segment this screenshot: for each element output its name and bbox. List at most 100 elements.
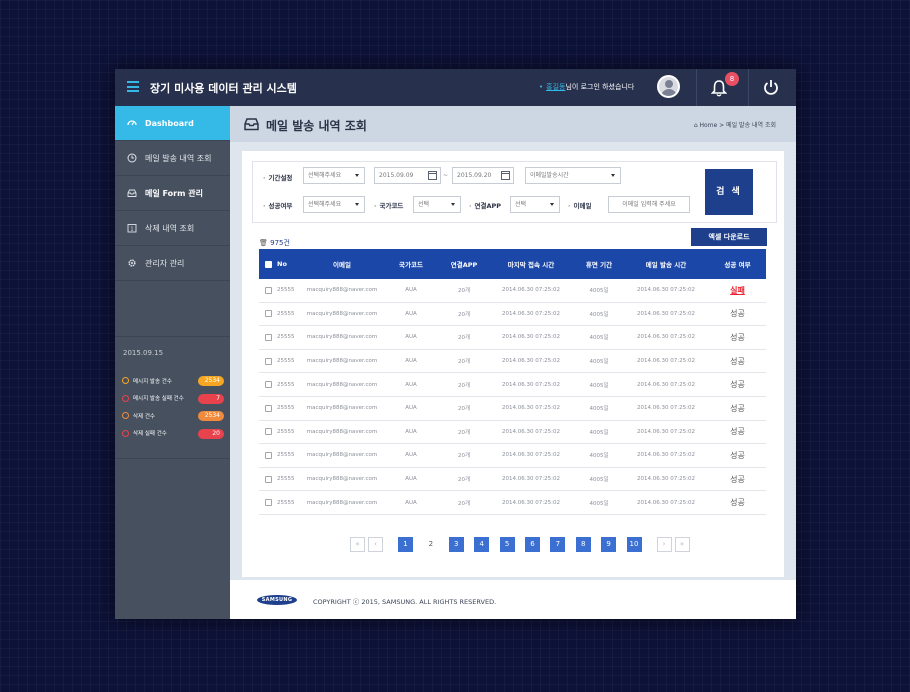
table-row[interactable]: 25555 macquiry888@naver.com AUA 20개 2014.06.… bbox=[259, 279, 766, 303]
page-button[interactable]: 6 bbox=[524, 537, 540, 552]
cell-dormant: 4005일 bbox=[589, 335, 609, 342]
row-checkbox[interactable] bbox=[264, 286, 272, 294]
table-row[interactable]: 25555 macquiry888@naver.com AUA 20개 2014.06.… bbox=[259, 468, 766, 492]
divider bbox=[696, 69, 697, 106]
page-button[interactable]: 8 bbox=[575, 537, 591, 552]
table-row[interactable]: 25555 macquiry888@naver.com AUA 20개 2014.06.… bbox=[259, 421, 766, 445]
cell-result: 성공 bbox=[730, 403, 745, 413]
app-window: 장기 미사용 데이터 관리 시스템 • 홍길동님이 로그인 하셨습니다 8 Das… bbox=[115, 69, 796, 619]
sidebar-item-admin[interactable]: 관리자 관리 bbox=[115, 246, 230, 281]
cell-country: AUA bbox=[405, 310, 417, 317]
user-avatar[interactable] bbox=[657, 75, 680, 98]
cell-result: 성공 bbox=[730, 380, 745, 390]
date-to-field[interactable]: 2015.09.20 bbox=[452, 167, 514, 184]
page-button[interactable]: 4 bbox=[474, 537, 490, 552]
row-checkbox[interactable] bbox=[264, 428, 272, 436]
sidebar-item-mail-form[interactable]: 메일 Form 관리 bbox=[115, 176, 230, 211]
excel-download-button[interactable]: 엑셀 다운로드 bbox=[691, 228, 767, 246]
column-header[interactable]: No bbox=[277, 260, 303, 268]
success-select[interactable]: 선택해주세요 bbox=[303, 196, 365, 213]
calendar-icon[interactable] bbox=[428, 171, 437, 180]
cell-last: 2014.06.30 07:25:02 bbox=[502, 310, 560, 317]
cell-result[interactable]: 실패 bbox=[709, 285, 766, 296]
app-select[interactable]: 선택 bbox=[510, 196, 560, 213]
page-button[interactable]: 5 bbox=[499, 537, 515, 552]
row-checkbox[interactable] bbox=[264, 333, 272, 341]
select-all-checkbox[interactable] bbox=[264, 260, 272, 268]
column-header[interactable]: 이메일 bbox=[303, 259, 381, 269]
table-row[interactable]: 25555 macquiry888@naver.com AUA 20개 2014.06.… bbox=[259, 444, 766, 468]
cell-last: 2014.06.30 07:25:02 bbox=[502, 405, 560, 412]
table-row[interactable]: 25555 macquiry888@naver.com AUA 20개 2014.06.… bbox=[259, 397, 766, 421]
row-checkbox[interactable] bbox=[264, 381, 272, 389]
country-select[interactable]: 선택 bbox=[413, 196, 461, 213]
column-header[interactable]: 성공 여부 bbox=[709, 259, 766, 269]
column-header[interactable]: 마지막 접속 시간 bbox=[487, 259, 575, 269]
sidebar-item-mail-history[interactable]: 메일 발송 내역 조회 bbox=[115, 141, 230, 176]
cell-no: 25555 bbox=[277, 476, 295, 483]
table-row[interactable]: 25555 macquiry888@naver.com AUA 20개 2014.06.… bbox=[259, 303, 766, 327]
first-page-button[interactable]: « bbox=[350, 537, 365, 552]
login-username[interactable]: 홍길동 bbox=[546, 83, 565, 91]
cell-sent: 2014.06.30 07:25:02 bbox=[637, 334, 695, 341]
table-row[interactable]: 25555 macquiry888@naver.com AUA 20개 2014.06.… bbox=[259, 326, 766, 350]
page-title: 메일 발송 내역 조회 bbox=[266, 119, 367, 133]
divider bbox=[115, 336, 230, 337]
period-select[interactable]: 선택해주세요 bbox=[303, 167, 365, 184]
clock-icon bbox=[127, 153, 137, 163]
cell-app: 20개 bbox=[457, 406, 471, 413]
hamburger-menu-icon[interactable] bbox=[127, 81, 139, 92]
row-checkbox[interactable] bbox=[264, 499, 272, 507]
email-input[interactable]: 이메일 입력해 주세요 bbox=[608, 196, 690, 213]
row-checkbox[interactable] bbox=[264, 357, 272, 365]
stat-row: 삭제 실패 건수 20 bbox=[122, 425, 224, 443]
row-checkbox[interactable] bbox=[264, 451, 272, 459]
cell-sent: 2014.06.30 07:25:02 bbox=[637, 310, 695, 317]
stat-count-badge: 2534 bbox=[198, 376, 224, 386]
breadcrumb: ⌂ Home > 메일 발송 내역 조회 bbox=[693, 122, 776, 129]
next-page-button[interactable]: › bbox=[656, 537, 672, 552]
cell-last: 2014.06.30 07:25:02 bbox=[502, 381, 560, 388]
page-button[interactable]: 1 bbox=[398, 537, 413, 552]
table-row[interactable]: 25555 macquiry888@naver.com AUA 20개 2014.06.… bbox=[259, 350, 766, 374]
column-header[interactable]: 휴면 기간 bbox=[575, 259, 623, 269]
page-button-current[interactable]: 2 bbox=[423, 537, 438, 552]
pagination: « ‹ 1 2 3 4 5 6 7 8 9 10 › » bbox=[350, 537, 693, 552]
cell-email: macquiry888@naver.com bbox=[306, 405, 378, 412]
page-button[interactable]: 7 bbox=[550, 537, 566, 552]
prev-page-button[interactable]: ‹ bbox=[368, 537, 383, 552]
row-checkbox[interactable] bbox=[264, 475, 272, 483]
page-button[interactable]: 3 bbox=[448, 537, 464, 552]
calendar-icon[interactable] bbox=[501, 171, 510, 180]
page-button[interactable]: 9 bbox=[601, 537, 617, 552]
row-checkbox[interactable] bbox=[264, 404, 272, 412]
cell-app: 20개 bbox=[457, 477, 471, 484]
sidebar-item-delete-history[interactable]: 1 삭제 내역 조회 bbox=[115, 211, 230, 246]
cell-dormant: 4005일 bbox=[589, 359, 609, 366]
cell-last: 2014.06.30 07:25:02 bbox=[502, 452, 560, 459]
date-from-field[interactable]: 2015.09.09 bbox=[374, 167, 441, 184]
stat-count-badge: 20 bbox=[198, 428, 224, 439]
table-body: 25555 macquiry888@naver.com AUA 20개 2014.06.… bbox=[259, 279, 766, 515]
cell-email: macquiry888@naver.com bbox=[306, 381, 378, 388]
status-ring-icon bbox=[122, 412, 129, 420]
power-icon[interactable] bbox=[763, 79, 779, 95]
cell-app: 20개 bbox=[457, 311, 471, 318]
column-header[interactable]: 국가코드 bbox=[381, 259, 441, 269]
row-checkbox[interactable] bbox=[264, 310, 272, 318]
cell-app: 20개 bbox=[457, 335, 471, 342]
last-page-button[interactable]: » bbox=[674, 537, 690, 552]
column-header[interactable]: 메일 발송 시간 bbox=[623, 259, 709, 269]
cell-country: AUA bbox=[405, 358, 417, 365]
cell-last: 2014.06.30 07:25:02 bbox=[502, 428, 560, 435]
time-select[interactable]: 이메일발송시간 bbox=[525, 167, 621, 184]
cell-dormant: 4005일 bbox=[589, 500, 609, 507]
column-header[interactable]: 연결APP bbox=[441, 259, 487, 269]
cell-no: 25555 bbox=[277, 334, 295, 341]
search-button[interactable]: 검 색 bbox=[705, 169, 753, 215]
content-header: 메일 발송 내역 조회 ⌂ Home > 메일 발송 내역 조회 bbox=[230, 106, 796, 142]
table-row[interactable]: 25555 macquiry888@naver.com AUA 20개 2014.06.… bbox=[259, 491, 766, 515]
page-button[interactable]: 10 bbox=[626, 537, 642, 552]
sidebar-item-dashboard[interactable]: Dashboard bbox=[115, 106, 230, 141]
table-row[interactable]: 25555 macquiry888@naver.com AUA 20개 2014.06.… bbox=[259, 373, 766, 397]
